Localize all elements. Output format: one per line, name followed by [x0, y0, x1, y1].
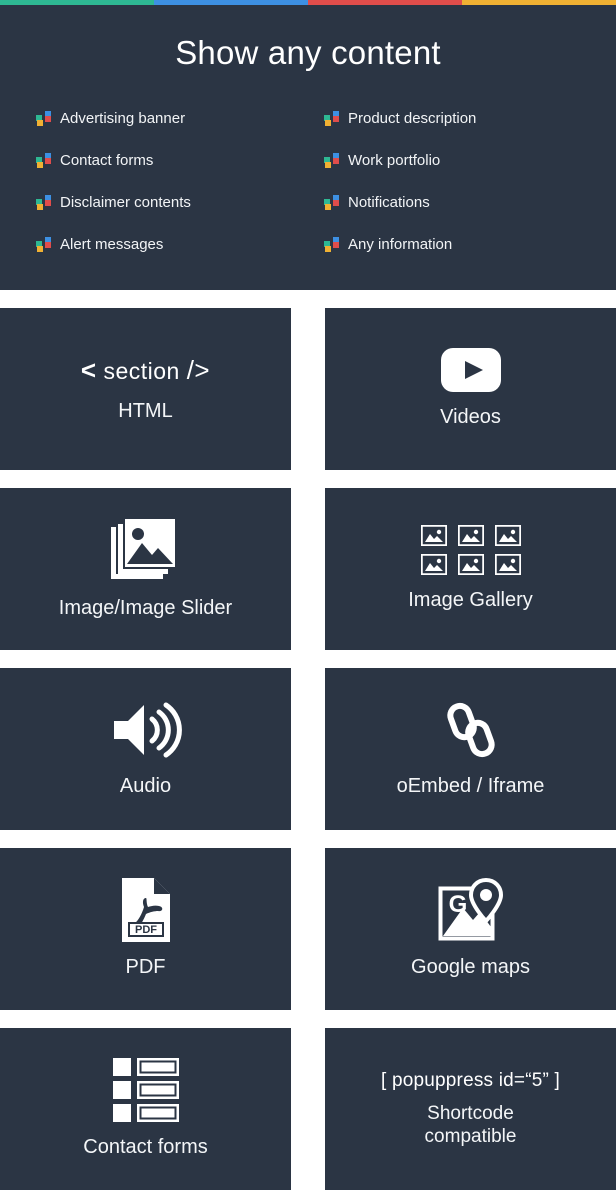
gallery-thumb-icon	[420, 554, 447, 576]
tile-label: Shortcode compatible	[425, 1102, 517, 1148]
google-g-label: G	[448, 891, 467, 918]
tile-google-maps[interactable]: G Google maps	[325, 848, 616, 1010]
feature-label: Notifications	[348, 193, 430, 211]
feature-item-any-information: Any information	[324, 223, 612, 265]
code-close-slash: />	[186, 354, 211, 385]
tile-label: Image Gallery	[408, 589, 533, 612]
feature-item-notifications: Notifications	[324, 181, 612, 223]
gallery-thumb-icon	[494, 554, 521, 576]
youtube-play-icon	[440, 348, 501, 393]
pinwheel-bullet-icon	[36, 236, 51, 252]
form-list-icon	[112, 1058, 179, 1123]
feature-item-contact-forms: Contact forms	[36, 139, 324, 181]
page-title: Show any content	[175, 34, 441, 71]
feature-label: Disclaimer contents	[60, 193, 191, 211]
tile-label: Contact forms	[83, 1136, 208, 1159]
tile-label-line2: compatible	[424, 1126, 517, 1147]
feature-label: Product description	[348, 109, 477, 127]
tile-contact-forms[interactable]: Contact forms	[0, 1028, 291, 1190]
feature-label: Any information	[348, 235, 453, 253]
tile-oembed-iframe[interactable]: oEmbed / Iframe	[325, 668, 616, 830]
feature-label: Advertising banner	[60, 109, 186, 127]
tile-label: oEmbed / Iframe	[396, 775, 545, 798]
feature-item-disclaimer-contents: Disclaimer contents	[36, 181, 324, 223]
tile-shortcode-compatible[interactable]: [ popuppress id=“5” ] Shortcode compatib…	[325, 1028, 616, 1190]
gallery-thumb-icon	[420, 525, 447, 547]
feature-item-work-portfolio: Work portfolio	[324, 139, 612, 181]
feature-label: Work portfolio	[348, 151, 441, 169]
feature-item-advertising-banner: Advertising banner	[36, 97, 324, 139]
pinwheel-bullet-icon	[36, 152, 51, 168]
pdf-file-icon: PDF	[120, 878, 172, 943]
hero-section: Show any content Advertising banner Prod…	[0, 5, 616, 290]
chain-link-icon	[440, 699, 502, 761]
page-root: Show any content Advertising banner Prod…	[0, 0, 616, 1190]
tile-pdf[interactable]: PDF PDF	[0, 848, 291, 1010]
code-open-angle: <	[80, 354, 97, 385]
tile-audio[interactable]: Audio	[0, 668, 291, 830]
gallery-thumb-icon	[457, 525, 484, 547]
shortcode-text-icon: [ popuppress id=“5” ]	[381, 1069, 560, 1091]
feature-item-product-description: Product description	[324, 97, 612, 139]
pinwheel-bullet-icon	[324, 194, 339, 210]
tile-label: Image/Image Slider	[58, 597, 233, 620]
pinwheel-bullet-icon	[36, 110, 51, 126]
tile-videos[interactable]: Videos	[325, 308, 616, 470]
pinwheel-bullet-icon	[324, 152, 339, 168]
gallery-thumb-icon	[494, 525, 521, 547]
pinwheel-bullet-icon	[324, 236, 339, 252]
tile-label-line1: Shortcode	[427, 1102, 514, 1124]
gallery-thumb-icon	[457, 554, 484, 576]
pinwheel-bullet-icon	[36, 194, 51, 210]
tile-label: Videos	[440, 406, 501, 429]
image-stack-icon	[110, 517, 181, 583]
tile-image-slider[interactable]: Image/Image Slider	[0, 488, 291, 650]
image-gallery-icon	[420, 525, 521, 576]
google-maps-pin-icon: G	[438, 878, 504, 942]
pinwheel-bullet-icon	[324, 110, 339, 126]
feature-label: Contact forms	[60, 151, 154, 169]
speaker-volume-icon	[110, 699, 182, 761]
tile-label: HTML	[118, 399, 173, 422]
code-keyword: section	[103, 357, 180, 384]
feature-list: Advertising banner Product description C…	[0, 97, 616, 265]
feature-item-alert-messages: Alert messages	[36, 223, 324, 265]
tile-image-gallery[interactable]: Image Gallery	[325, 488, 616, 650]
code-section-icon: < section />	[81, 355, 210, 386]
pdf-badge-label: PDF	[135, 924, 157, 936]
tile-label: PDF	[125, 956, 166, 979]
tile-html[interactable]: < section /> HTML	[0, 308, 291, 470]
tile-label: Google maps	[411, 956, 530, 979]
feature-label: Alert messages	[60, 235, 164, 253]
content-type-tile-grid: < section /> HTML Videos Image/Image Sli…	[0, 290, 616, 1190]
tile-label: Audio	[119, 775, 172, 798]
